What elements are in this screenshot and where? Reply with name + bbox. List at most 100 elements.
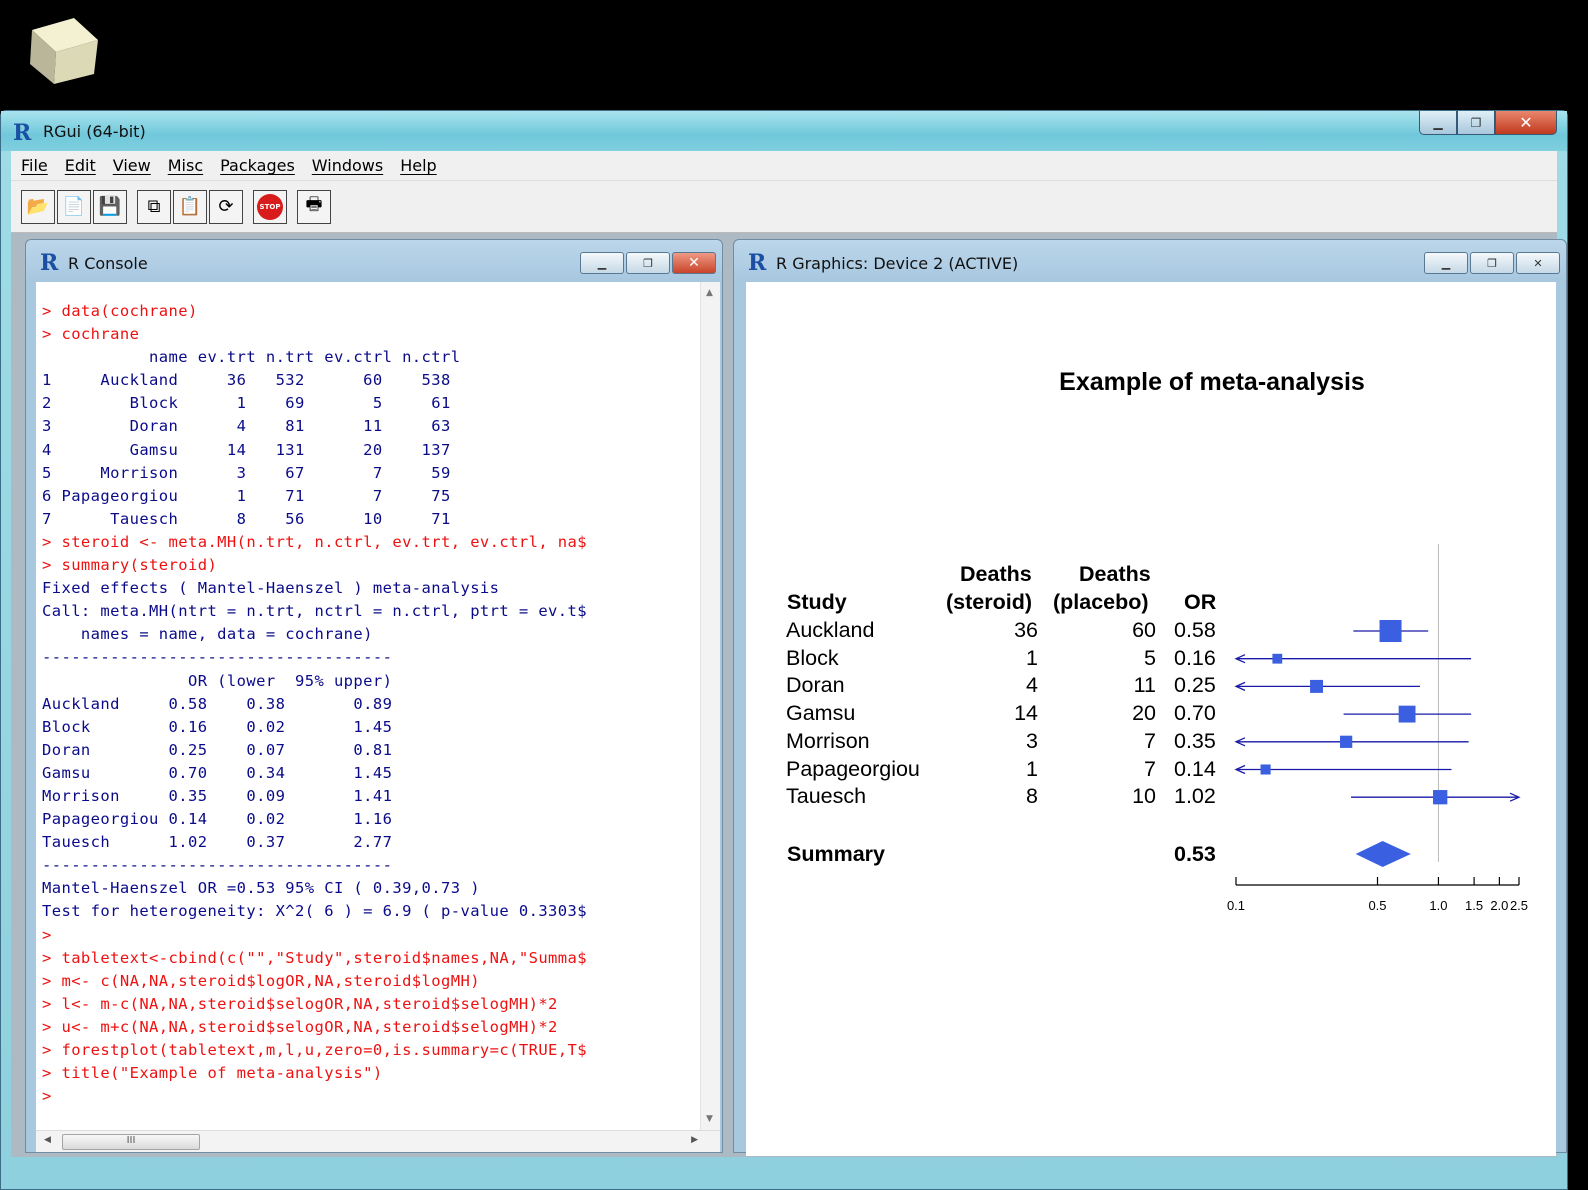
minimize-button[interactable]: ▁ [1419,111,1457,135]
menu-view[interactable]: View [113,156,151,175]
graphics-minimize-button[interactable]: ▁ [1424,252,1468,274]
close-button[interactable]: ✕ [1495,111,1557,135]
console-horizontal-scrollbar[interactable]: ◀ III ▶ [36,1130,720,1152]
graphics-title-bar[interactable]: R R Graphics: Device 2 (ACTIVE) ▁ ❐ ✕ [734,240,1566,282]
point-estimate [1433,790,1448,805]
console-output-line: name ev.trt n.trt ev.ctrl n.ctrl [42,348,461,367]
x-tick-label: 1.5 [1465,898,1483,913]
console-output-line: 6 Papageorgiou 1 71 7 75 [42,486,451,505]
console-output-line: 5 Morrison 3 67 7 59 [42,463,451,482]
menu-file[interactable]: File [21,156,48,175]
console-output-line: 7 Tauesch 8 56 10 71 [42,509,451,528]
console-input-line: > summary(steroid) [42,556,218,575]
console-input-line: > cochrane [42,325,140,344]
console-input-line: > m<- c(NA,NA,steroid$logOR,NA,steroid$l… [42,971,480,990]
desktop-cube-icon[interactable] [28,16,100,86]
console-output-line: Mantel-Haenszel OR =0.53 95% CI ( 0.39,0… [42,879,480,898]
open-script-icon[interactable]: 📂 [21,189,55,224]
console-output-line: Call: meta.MH(ntrt = n.trt, nctrl = n.ct… [42,602,587,621]
r-logo-icon: R [13,120,32,146]
console-minimize-button[interactable]: ▁ [580,252,624,274]
graphics-close-button[interactable]: ✕ [1516,252,1560,274]
console-output-line: names = name, data = cochrane) [42,625,373,644]
menu-bar: File Edit View Misc Packages Windows Hel… [11,151,1557,181]
r-logo-icon: R [748,250,767,276]
console-input-line: > tabletext<-cbind(c("","Study",steroid$… [42,948,587,967]
x-tick-label: 1.0 [1429,898,1447,913]
r-console-window[interactable]: R R Console ▁ ❐ ✕ > data(cochrane) > coch… [25,239,723,1153]
toolbar: 📂 📄 💾 ⧉ 📋 ⟳ STOP 🖶 [11,181,1557,233]
save-workspace-icon[interactable]: 💾 [93,189,127,224]
rgui-window: R RGui (64-bit) ▁ ❐ ✕ File Edit View Mis… [0,110,1568,1190]
console-close-button[interactable]: ✕ [672,252,716,274]
x-tick-label: 0.5 [1368,898,1386,913]
plot-area: Example of meta-analysis Study Deaths (s… [746,282,1556,1156]
graphics-maximize-button[interactable]: ❐ [1470,252,1514,274]
console-output-line: OR (lower 95% upper) [42,671,393,690]
scroll-down-arrow-icon[interactable]: ▼ [706,1114,713,1124]
console-output-line: Auckland 0.58 0.38 0.89 [42,694,393,713]
console-input-line: > forestplot(tabletext,m,l,u,zero=0,is.s… [42,1041,587,1059]
console-title-bar[interactable]: R R Console ▁ ❐ ✕ [26,240,722,282]
console-output-line: ------------------------------------ [42,648,393,667]
title-bar[interactable]: R RGui (64-bit) ▁ ❐ ✕ [1,111,1567,151]
menu-windows[interactable]: Windows [312,156,383,175]
x-tick-label: 0.1 [1227,898,1245,913]
console-maximize-button[interactable]: ❐ [626,252,670,274]
console-output-line: Test for heterogeneity: X^2( 6 ) = 6.9 (… [42,902,587,921]
load-workspace-icon[interactable]: 📄 [57,189,91,224]
console-output-line: Fixed effects ( Mantel-Haenszel ) meta-a… [42,579,500,598]
point-estimate [1260,764,1271,775]
menu-help[interactable]: Help [400,156,436,175]
menu-edit[interactable]: Edit [65,156,96,175]
console-output-line: Gamsu 0.70 0.34 1.45 [42,763,393,782]
console-input-line: > [42,925,52,944]
copy-paste-icon[interactable]: ⟳ [209,189,243,224]
console-output-line: ------------------------------------ [42,856,393,875]
x-tick-label: 2.5 [1510,898,1528,913]
scroll-thumb[interactable]: III [62,1134,200,1150]
scroll-up-arrow-icon[interactable]: ▲ [706,288,713,298]
console-input-line: > [42,1087,52,1106]
console-output-line: Tauesch 1.02 0.37 2.77 [42,833,393,852]
menu-misc[interactable]: Misc [168,156,203,175]
console-output-line: 1 Auckland 36 532 60 538 [42,371,451,390]
console-output-line: 2 Block 1 69 5 61 [42,394,451,413]
console-output-line: Block 0.16 0.02 1.45 [42,717,393,736]
maximize-button[interactable]: ❐ [1457,111,1495,135]
console-input-line: > steroid <- meta.MH(n.trt, n.ctrl, ev.t… [42,532,587,551]
graphics-title: R Graphics: Device 2 (ACTIVE) [776,254,1019,273]
r-graphics-window[interactable]: R R Graphics: Device 2 (ACTIVE) ▁ ❐ ✕ Ex… [733,239,1567,1156]
point-estimate [1379,620,1402,642]
summary-diamond [1355,841,1411,867]
console-title: R Console [68,254,148,273]
r-logo-icon: R [40,250,59,276]
x-tick-label: 2.0 [1490,898,1508,913]
point-estimate [1340,735,1353,748]
console-output-line: Doran 0.25 0.07 0.81 [42,740,393,759]
menu-packages[interactable]: Packages [220,156,295,175]
point-estimate [1310,679,1324,693]
mdi-workspace: R R Console ▁ ❐ ✕ > data(cochrane) > coch… [11,233,1567,1157]
console-input-line: > u<- m+c(NA,NA,steroid$selogOR,NA,stero… [42,1017,558,1036]
console-text[interactable]: > data(cochrane) > cochrane name ev.trt n… [36,282,700,1108]
console-input-line: > data(cochrane) [42,302,198,320]
paste-icon[interactable]: 📋 [173,189,207,224]
console-input-line: > l<- m-c(NA,NA,steroid$selogOR,NA,stero… [42,994,558,1013]
print-icon[interactable]: 🖶 [297,189,331,224]
console-vertical-scrollbar[interactable]: ▲ ▼ [700,282,720,1130]
copy-icon[interactable]: ⧉ [137,189,171,224]
window-title: RGui (64-bit) [43,122,146,141]
forest-plot: 0.1 0.5 1.0 1.5 2.0 2.5 [1227,544,1528,913]
stop-icon[interactable]: STOP [253,189,287,224]
console-output-line: 3 Doran 4 81 11 63 [42,417,451,436]
console-output-line: Morrison 0.35 0.09 1.41 [42,786,393,805]
point-estimate [1272,653,1283,664]
scroll-right-arrow-icon[interactable]: ▶ [691,1135,698,1145]
console-output[interactable]: > data(cochrane) > cochrane name ev.trt n… [36,282,700,1130]
point-estimate [1398,705,1416,723]
console-input-line: > title("Example of meta-analysis") [42,1064,383,1083]
scroll-left-arrow-icon[interactable]: ◀ [44,1135,51,1145]
console-output-line: 4 Gamsu 14 131 20 137 [42,440,451,459]
console-output-line: Papageorgiou 0.14 0.02 1.16 [42,810,393,829]
